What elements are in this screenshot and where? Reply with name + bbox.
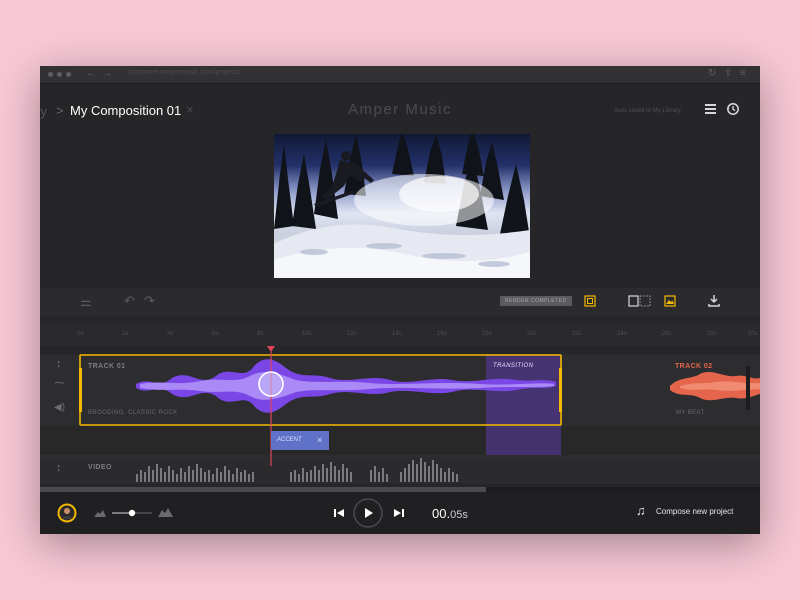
video-resize-handle-icon[interactable]: ↕ xyxy=(56,462,62,474)
hamburger-menu-icon[interactable] xyxy=(705,104,716,115)
track1-label: TRACK 01 xyxy=(88,363,125,370)
video-preview[interactable] xyxy=(274,134,530,278)
volume-slider[interactable] xyxy=(94,506,176,520)
redo-icon[interactable]: ↷ xyxy=(144,293,155,309)
track2-subtitle: MY BEAT xyxy=(676,410,705,416)
track1-subtitle: BROODING, CLASSIC ROCK xyxy=(88,410,177,416)
ruler-label: 8s xyxy=(257,331,263,337)
skier-video-frame xyxy=(274,134,530,278)
history-icon[interactable] xyxy=(726,102,740,116)
time-main: 00. xyxy=(432,506,450,521)
ruler-label: 14s xyxy=(392,331,402,337)
fit-view-icon[interactable] xyxy=(584,295,596,307)
play-button[interactable] xyxy=(353,498,383,528)
mixer-icon[interactable]: ⚌ xyxy=(80,294,92,310)
ruler-label: 30s xyxy=(748,331,758,337)
ruler-label: 26s xyxy=(662,331,672,337)
render-status-badge: RENDER COMPLETED xyxy=(500,296,572,306)
ruler-label: 20s xyxy=(527,331,537,337)
ruler-label: 0s xyxy=(77,331,83,337)
ruler-label: 4s xyxy=(167,331,173,337)
video-track-label: VIDEO xyxy=(88,464,112,471)
app-window: ← → composer.ampermusic.com/projects ↻ ⇪… xyxy=(40,66,760,534)
accent-close-icon[interactable]: × xyxy=(317,435,322,445)
ruler-label: 28s xyxy=(707,331,717,337)
autosave-status: Auto-saved to My Library xyxy=(614,108,681,114)
resize-handle-icon[interactable]: ↕ xyxy=(56,358,62,370)
tracks-canvas xyxy=(40,346,760,492)
accent-label: ACCENT xyxy=(277,437,302,443)
transition-label[interactable]: TRANSITION xyxy=(493,363,533,369)
music-note-icon: ♫ xyxy=(636,503,646,518)
track2-label: TRACK 02 xyxy=(675,363,712,370)
browser-menu-icon[interactable]: ≡ xyxy=(740,68,746,79)
back-arrow-icon[interactable]: ← xyxy=(86,68,96,79)
window-close-dot[interactable] xyxy=(48,72,53,77)
layout-split-icon[interactable] xyxy=(628,295,652,307)
waveform-icon[interactable]: ⁓ xyxy=(54,376,65,389)
playback-time: 00.05s xyxy=(432,506,468,521)
accent-marker[interactable]: ACCENT × xyxy=(271,431,329,450)
skip-back-icon[interactable] xyxy=(332,506,346,520)
ruler-label: 12s xyxy=(347,331,357,337)
browser-chrome: ← → composer.ampermusic.com/projects ↻ ⇪… xyxy=(40,66,760,84)
ruler-label: 16s xyxy=(437,331,447,337)
ruler-label: 24s xyxy=(617,331,627,337)
ruler-label: 18s xyxy=(482,331,492,337)
image-view-icon[interactable] xyxy=(664,295,676,307)
volume-icon[interactable]: ◀) xyxy=(54,402,65,413)
window-maximize-dot[interactable] xyxy=(66,72,71,77)
undo-icon[interactable]: ↶ xyxy=(124,293,135,309)
time-sub: 05s xyxy=(450,509,468,521)
avatar[interactable] xyxy=(57,503,77,523)
ruler-label: 22s xyxy=(572,331,582,337)
forward-arrow-icon[interactable]: → xyxy=(102,68,112,79)
compose-new-project-button[interactable]: Compose new project xyxy=(656,507,733,516)
skip-forward-icon[interactable] xyxy=(392,506,406,520)
ruler-label: 10s xyxy=(302,331,312,337)
reload-icon[interactable]: ↻ xyxy=(708,68,716,79)
share-icon[interactable]: ⇪ xyxy=(724,68,732,79)
timeline-ruler[interactable]: 0s 2s 4s 6s 8s 10s 12s 14s 16s 18s 20s 2… xyxy=(40,324,760,346)
ruler-label: 6s xyxy=(212,331,218,337)
download-icon[interactable] xyxy=(708,294,720,307)
ruler-label: 2s xyxy=(122,331,128,337)
window-minimize-dot[interactable] xyxy=(57,72,62,77)
url-bar[interactable]: composer.ampermusic.com/projects xyxy=(128,69,240,76)
